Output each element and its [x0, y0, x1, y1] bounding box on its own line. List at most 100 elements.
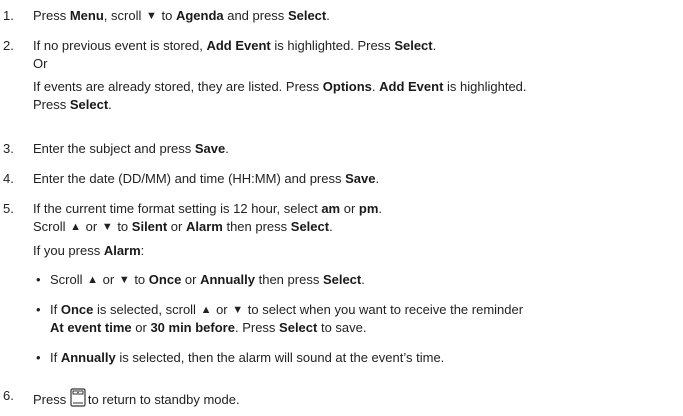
keyword-options: Options — [322, 79, 372, 94]
text: If events are already stored, they are l… — [33, 79, 323, 94]
text: to — [157, 8, 176, 23]
text: Press — [33, 392, 70, 407]
down-arrow-icon: ▼ — [118, 274, 130, 286]
text: and press — [223, 8, 288, 23]
keyword-silent: Silent — [131, 219, 168, 234]
text: : — [140, 243, 145, 258]
keyword-annually: Annually — [60, 350, 116, 365]
keyword-menu: Menu — [69, 8, 104, 23]
text: or — [131, 320, 151, 335]
text: or — [82, 219, 101, 234]
text: is selected, then the alarm will sound a… — [115, 350, 445, 365]
up-arrow-icon: ▲ — [87, 274, 99, 286]
keyword-once: Once — [148, 272, 182, 287]
text: then press — [222, 219, 291, 234]
text: Scroll — [33, 219, 70, 234]
keyword-alarm: Alarm — [103, 243, 141, 258]
text: Enter the subject and press — [33, 141, 195, 156]
keyword-save: Save — [194, 141, 226, 156]
down-arrow-icon: ▼ — [232, 304, 244, 316]
end-call-phone-icon — [70, 388, 86, 410]
step-number: 3. — [3, 141, 14, 156]
bullet-text: If Once is selected, scroll ▲ or ▼ to se… — [50, 302, 523, 317]
step-text: If events are already stored, they are l… — [33, 79, 527, 94]
text: to select when you want to receive the r… — [244, 302, 524, 317]
text: Press — [33, 8, 70, 23]
text: . Press — [234, 320, 280, 335]
step-text: Enter the date (DD/MM) and time (HH:MM) … — [33, 171, 379, 186]
keyword-select: Select — [290, 219, 330, 234]
text: or — [212, 302, 232, 317]
text: , scroll — [103, 8, 145, 23]
bullet-icon: • — [36, 302, 41, 317]
step-text: If no previous event is stored, Add Even… — [33, 38, 436, 53]
keyword-select: Select — [279, 320, 318, 335]
text: is selected, scroll — [93, 302, 200, 317]
text: . — [432, 38, 437, 53]
text: or — [167, 219, 186, 234]
bullet-icon: • — [36, 350, 41, 365]
step-number: 4. — [3, 171, 14, 186]
keyword-select: Select — [69, 97, 109, 112]
bullet-text: At event time or 30 min before. Press Se… — [50, 320, 367, 335]
text: to save. — [317, 320, 367, 335]
step-text: If you press Alarm: — [33, 243, 144, 258]
text: If no previous event is stored, — [33, 38, 207, 53]
text: is highlighted. — [443, 79, 527, 94]
step-number: 6. — [3, 388, 14, 403]
bullet-text: If Annually is selected, then the alarm … — [50, 350, 444, 365]
text: to — [130, 272, 149, 287]
step-text: Scroll ▲ or ▼ to Silent or Alarm then pr… — [33, 219, 333, 234]
text: Enter the date (DD/MM) and time (HH:MM) … — [33, 171, 346, 186]
keyword-save: Save — [345, 171, 376, 186]
text: If the current time format setting is 12… — [33, 201, 322, 216]
text: . — [329, 219, 333, 234]
keyword-select: Select — [322, 272, 362, 287]
step-number: 5. — [3, 201, 14, 216]
keyword-alarm: Alarm — [185, 219, 223, 234]
step-number: 1. — [3, 8, 14, 23]
text: If — [50, 350, 61, 365]
text: Scroll — [50, 272, 87, 287]
text: or — [99, 272, 118, 287]
keyword-30-min-before: 30 min before — [150, 320, 235, 335]
text: Press — [33, 97, 70, 112]
step-text: If the current time format setting is 12… — [33, 201, 382, 216]
keyword-at-event-time: At event time — [50, 320, 132, 335]
text: . — [108, 97, 112, 112]
text: . — [378, 201, 383, 216]
text: . — [326, 8, 330, 23]
keyword-pm: pm — [358, 201, 379, 216]
step-number: 2. — [3, 38, 14, 53]
down-arrow-icon: ▼ — [145, 10, 157, 22]
text: If you press — [33, 243, 104, 258]
keyword-annually: Annually — [200, 272, 255, 287]
keyword-select: Select — [287, 8, 327, 23]
keyword-select: Select — [394, 38, 433, 53]
text: to — [113, 219, 132, 234]
text: to return to standby mode. — [87, 392, 240, 407]
bullet-icon: • — [36, 272, 41, 287]
keyword-am: am — [321, 201, 341, 216]
step-text: Press to return to standby mode. — [33, 388, 240, 410]
keyword-once: Once — [60, 302, 94, 317]
text: . — [225, 141, 229, 156]
step-text: Enter the subject and press Save. — [33, 141, 229, 156]
text: is highlighted. Press — [270, 38, 395, 53]
text: then press — [255, 272, 323, 287]
keyword-add-event: Add Event — [206, 38, 271, 53]
up-arrow-icon: ▲ — [70, 221, 82, 233]
keyword-agenda: Agenda — [175, 8, 224, 23]
text: or — [340, 201, 359, 216]
text: or — [181, 272, 201, 287]
text: If — [50, 302, 61, 317]
down-arrow-icon: ▼ — [101, 221, 113, 233]
up-arrow-icon: ▲ — [200, 304, 212, 316]
step-text: Press Menu, scroll ▼ to Agenda and press… — [33, 8, 330, 23]
text: . — [375, 171, 380, 186]
bullet-text: Scroll ▲ or ▼ to Once or Annually then p… — [50, 272, 365, 287]
keyword-add-event: Add Event — [379, 79, 444, 94]
step-text: Press Select. — [33, 97, 112, 112]
text: . — [361, 272, 365, 287]
or-text: Or — [33, 56, 48, 71]
